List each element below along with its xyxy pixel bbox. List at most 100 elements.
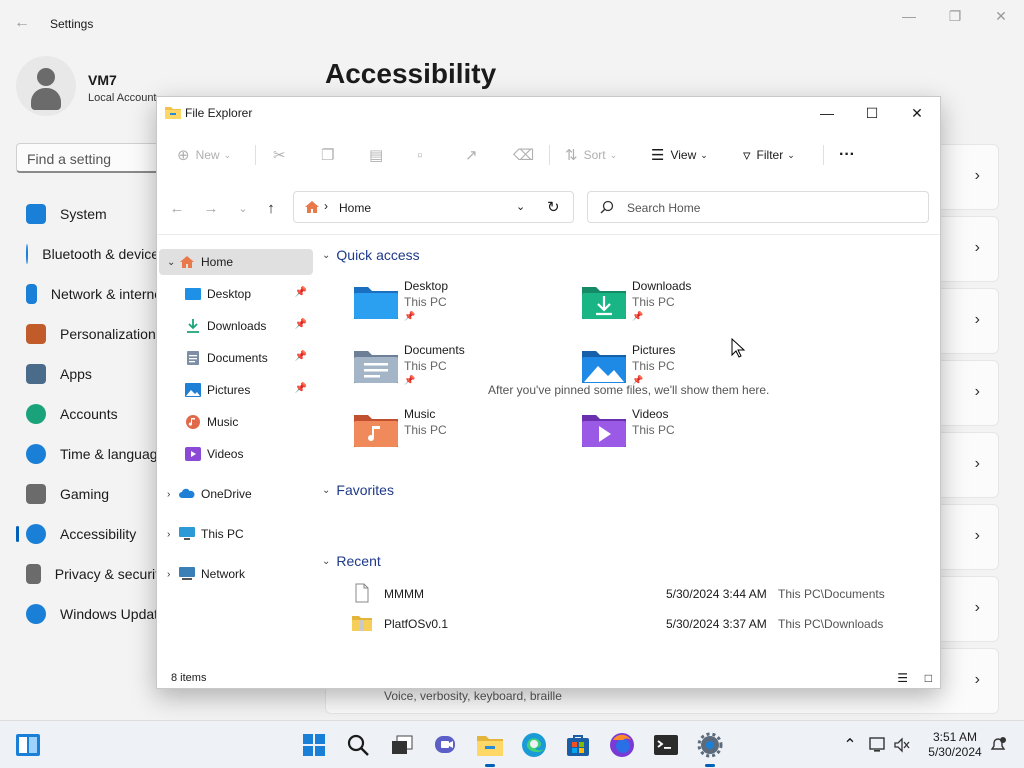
task-view-icon[interactable] [388, 731, 416, 759]
sidebar-item-videos[interactable]: Videos [159, 441, 313, 467]
maximize-icon[interactable]: ☐ [852, 101, 892, 125]
sidebar-item-pictures[interactable]: Pictures 📌 [159, 377, 313, 403]
minimize-icon[interactable]: — [897, 8, 921, 28]
edge-icon[interactable] [520, 731, 548, 759]
avatar[interactable] [16, 56, 76, 116]
apps-icon [26, 364, 46, 384]
quick-access-item[interactable]: Music This PC [354, 407, 554, 463]
nav-time-language[interactable]: Time & language [16, 434, 166, 474]
trash-icon: ⌫ [513, 147, 535, 164]
table-row[interactable]: MMMM 5/30/2024 3:44 AM This PC\Documents [352, 581, 922, 607]
settings-gear-icon[interactable] [696, 731, 724, 767]
cut-button[interactable]: ✂ [273, 143, 292, 167]
up-arrow-icon[interactable]: ↑ [259, 197, 283, 221]
forward-arrow-icon[interactable]: → [199, 197, 223, 221]
start-icon[interactable] [300, 731, 328, 759]
this-pc-icon [179, 527, 195, 540]
filter-button[interactable]: ▿ Filter ⌄ [743, 143, 795, 167]
nav-apps[interactable]: Apps [16, 354, 166, 394]
section-quick-access[interactable]: ⌄ Quick access [322, 243, 420, 267]
pin-icon[interactable]: 📌 [295, 287, 307, 298]
nav-network[interactable]: Network & internet [16, 274, 166, 314]
address-row: ← → ⌄ ↑ › Home ⌄ ↻ Search Home [157, 181, 940, 235]
volume-muted-icon[interactable] [888, 731, 916, 759]
sort-button[interactable]: ⇅ Sort ⌄ [565, 143, 617, 167]
chevron-right-icon[interactable]: › [167, 489, 179, 500]
file-explorer-taskbar-icon[interactable] [476, 731, 504, 767]
user-name: VM7 [88, 72, 117, 88]
nav-personalization[interactable]: Personalization [16, 314, 166, 354]
nav-gaming[interactable]: Gaming [16, 474, 166, 514]
notifications-icon[interactable] [984, 731, 1012, 759]
nav-privacy[interactable]: Privacy & security [16, 554, 166, 594]
details-view-icon[interactable]: ☰ [897, 671, 908, 685]
system-clock[interactable]: 3:51 AM 5/30/2024 [920, 730, 990, 760]
share-button[interactable]: ↗ [465, 143, 484, 167]
pin-icon[interactable]: 📌 [295, 351, 307, 362]
nav-windows-update[interactable]: Windows Update [16, 594, 166, 634]
chevron-right-icon[interactable]: › [167, 569, 179, 580]
sidebar-item-onedrive[interactable]: › OneDrive [159, 481, 313, 507]
bluetooth-icon [26, 244, 29, 264]
recent-locations-icon[interactable]: ⌄ [231, 197, 255, 221]
firefox-icon[interactable] [608, 731, 636, 759]
share-icon: ↗ [465, 147, 478, 164]
tiles-view-icon[interactable]: □ [925, 671, 932, 685]
pin-icon[interactable]: 📌 [295, 319, 307, 330]
more-options-button[interactable]: ··· [839, 143, 855, 167]
back-arrow-icon[interactable]: ← [165, 197, 189, 221]
copy-button[interactable]: ❐ [321, 143, 340, 167]
refresh-icon[interactable]: ↻ [547, 198, 560, 216]
nav-system[interactable]: System [16, 194, 166, 234]
pin-icon[interactable]: 📌 [295, 383, 307, 394]
mouse-cursor-icon [731, 338, 745, 358]
sidebar-item-documents[interactable]: Documents 📌 [159, 345, 313, 371]
rename-button[interactable]: ▫ [417, 143, 428, 167]
sidebar-item-home[interactable]: ⌄ Home [159, 249, 313, 275]
new-button[interactable]: ⊕ New ⌄ [177, 143, 231, 167]
close-icon[interactable]: ✕ [897, 101, 937, 125]
chat-icon[interactable] [432, 731, 460, 759]
section-favorites[interactable]: ⌄ Favorites [322, 478, 394, 502]
sidebar-item-music[interactable]: Music [159, 409, 313, 435]
nav-accounts[interactable]: Accounts [16, 394, 166, 434]
pictures-folder-icon [185, 383, 201, 397]
search-box[interactable]: Search Home [587, 191, 929, 223]
view-button[interactable]: ☰ View ⌄ [651, 143, 708, 167]
minimize-icon[interactable]: — [807, 101, 847, 125]
plus-icon: ⊕ [177, 147, 190, 164]
sidebar-item-desktop[interactable]: Desktop 📌 [159, 281, 313, 307]
search-input[interactable]: Search Home [627, 201, 700, 215]
terminal-icon[interactable] [652, 731, 680, 759]
nav-accessibility[interactable]: Accessibility [16, 514, 166, 554]
paste-button[interactable]: ▤ [369, 143, 389, 167]
delete-button[interactable]: ⌫ [513, 143, 540, 167]
widgets-icon[interactable] [14, 731, 42, 759]
explorer-titlebar[interactable]: File Explorer — ☐ ✕ [157, 97, 940, 129]
address-bar[interactable]: › Home ⌄ ↻ [293, 191, 574, 223]
shield-icon [26, 564, 41, 584]
store-icon[interactable] [564, 731, 592, 759]
quick-access-item[interactable]: Downloads This PC 📌 [582, 279, 782, 335]
sidebar-item-network[interactable]: › Network [159, 561, 313, 587]
chevron-down-icon[interactable]: ⌄ [167, 257, 179, 268]
chevron-down-icon[interactable]: ⌄ [516, 200, 525, 213]
table-row[interactable]: PlatfOSv0.1 5/30/2024 3:37 AM This PC\Do… [352, 611, 922, 637]
search-icon[interactable] [344, 731, 372, 759]
section-recent[interactable]: ⌄ Recent [322, 549, 381, 573]
sidebar-item-this-pc[interactable]: › This PC [159, 521, 313, 547]
quick-access-item[interactable]: Desktop This PC 📌 [354, 279, 554, 335]
pin-icon: 📌 [404, 375, 416, 385]
nav-bluetooth[interactable]: Bluetooth & devices [16, 234, 166, 274]
restore-icon[interactable]: ❐ [943, 8, 967, 28]
breadcrumb-home[interactable]: Home [339, 201, 371, 215]
back-arrow-icon[interactable]: ← [14, 14, 34, 34]
quick-access-item[interactable]: Videos This PC [582, 407, 782, 463]
onedrive-icon [179, 488, 195, 498]
sidebar-item-downloads[interactable]: Downloads 📌 [159, 313, 313, 339]
clock-date: 5/30/2024 [928, 745, 982, 759]
find-setting-input[interactable]: Find a setting [16, 143, 176, 173]
chevron-up-icon[interactable]: ⌃ [836, 731, 864, 759]
close-icon[interactable]: ✕ [989, 8, 1013, 28]
chevron-right-icon[interactable]: › [167, 529, 179, 540]
